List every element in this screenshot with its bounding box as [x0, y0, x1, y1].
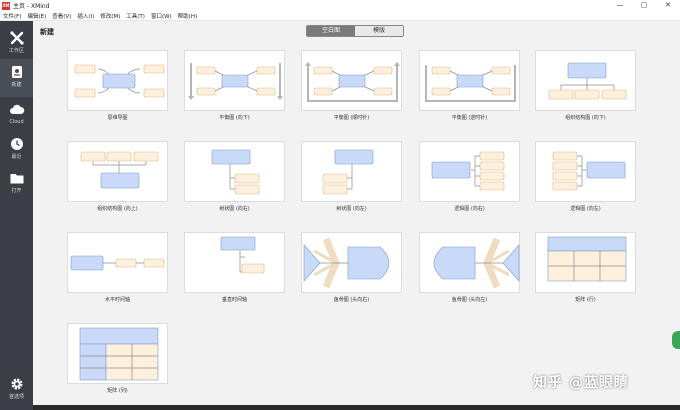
template-label: 逻辑图 (向右)	[454, 206, 485, 212]
template-preview	[188, 63, 283, 100]
template-label: 平衡图 (逆时针)	[451, 115, 488, 121]
template-preview	[303, 237, 390, 289]
template-label: 矩阵 (行)	[575, 297, 596, 303]
template-card[interactable]	[67, 141, 168, 202]
watermark: 知乎 @蓝眼睛	[533, 375, 629, 391]
new-doc-icon	[11, 66, 22, 78]
template-preview	[74, 64, 165, 98]
sidebar-item-open[interactable]: 打开	[0, 165, 33, 203]
template-label: 树状图 (向左)	[336, 206, 367, 212]
menu-insert[interactable]: 插入(I)	[77, 12, 94, 20]
template-label: 平衡图 (向下)	[219, 115, 250, 121]
template-preview	[433, 237, 520, 289]
menu-modify[interactable]: 修改(M)	[100, 12, 120, 20]
template-label: 矩阵 (列)	[107, 388, 128, 394]
title-bar: XM 主页 - XMind — ▢ ✕	[0, 0, 680, 11]
sidebar-item-recent[interactable]: 最近	[0, 131, 33, 169]
template-label: 鱼骨图 (头向左)	[451, 297, 488, 303]
sidebar-item-label: 新建	[11, 82, 22, 88]
template-preview	[431, 151, 505, 191]
menu-bar: 文件(F) 编辑(E) 查看(V) 插入(I) 修改(M) 工具(T) 窗口(W…	[0, 11, 680, 21]
template-preview	[305, 62, 400, 102]
template-card[interactable]	[535, 232, 636, 293]
template-card[interactable]	[67, 50, 168, 111]
maximize-button[interactable]: ▢	[632, 0, 656, 11]
template-preview	[70, 255, 165, 271]
folder-icon	[10, 174, 23, 184]
template-card[interactable]	[67, 232, 168, 293]
window-controls: — ▢ ✕	[608, 0, 680, 11]
menu-window[interactable]: 窗口(W)	[151, 12, 172, 20]
sidebar-item-label: 最近	[11, 154, 22, 160]
clock-icon	[10, 138, 23, 150]
tab-blank[interactable]: 空白图	[307, 26, 355, 36]
page-title: 新建	[40, 28, 54, 36]
template-preview	[552, 151, 626, 191]
template-label: 平衡图 (顺时针)	[333, 115, 370, 121]
template-preview	[80, 151, 159, 189]
template-card[interactable]	[184, 232, 285, 293]
template-preview	[211, 149, 260, 195]
template-card[interactable]	[535, 50, 636, 111]
menu-view[interactable]: 查看(V)	[52, 12, 71, 20]
template-preview	[548, 62, 627, 100]
template-preview	[425, 65, 516, 102]
template-card[interactable]	[301, 50, 402, 111]
sidebar-item-preferences[interactable]: 首选项	[0, 370, 33, 410]
sidebar-item-new[interactable]: 新建	[0, 59, 33, 97]
template-preview	[322, 149, 374, 195]
template-label: 树状图 (向右)	[219, 206, 250, 212]
menu-tools[interactable]: 工具(T)	[126, 12, 145, 20]
menu-edit[interactable]: 编辑(E)	[27, 12, 46, 20]
template-card[interactable]	[419, 50, 520, 111]
sidebar-item-cloud[interactable]: Cloud	[0, 97, 33, 135]
template-card[interactable]	[301, 141, 402, 202]
cloud-icon	[9, 104, 24, 114]
side-tab-handle[interactable]	[672, 331, 680, 349]
header: 新建 空白图 模版	[33, 21, 680, 41]
template-label: 思维导图	[107, 115, 128, 121]
template-label: 垂直时间轴	[221, 297, 247, 303]
template-label: 组织结构图 (向上)	[97, 206, 138, 212]
sidebar-item-workspace[interactable]: 工作区	[0, 25, 33, 63]
template-card[interactable]	[301, 232, 402, 293]
window-title: 主页 - XMind	[13, 3, 50, 10]
template-label: 鱼骨图 (头向右)	[333, 297, 370, 303]
close-button[interactable]: ✕	[656, 0, 680, 11]
cross-icon	[9, 31, 24, 45]
template-label: 逻辑图 (向左)	[570, 206, 601, 212]
template-preview	[547, 236, 627, 282]
sidebar-item-label: 首选项	[8, 394, 24, 400]
sidebar-item-label: 工作区	[8, 48, 24, 54]
template-label: 组织结构图 (向下)	[565, 115, 606, 121]
minimize-button[interactable]: —	[608, 0, 632, 11]
taskbar	[33, 405, 680, 410]
template-label: 水平时间轴	[104, 297, 130, 303]
template-card[interactable]	[184, 50, 285, 111]
tab-templates[interactable]: 模版	[355, 26, 403, 36]
sidebar: 工作区 新建 Cloud 最近 打开 首选项	[0, 21, 33, 410]
sidebar-item-label: Cloud	[9, 119, 24, 125]
template-card[interactable]	[419, 141, 520, 202]
template-card[interactable]	[535, 141, 636, 202]
template-card[interactable]	[184, 141, 285, 202]
sidebar-item-label: 打开	[11, 188, 22, 194]
menu-file[interactable]: 文件(F)	[3, 12, 21, 20]
gear-icon	[11, 378, 22, 390]
template-preview	[79, 327, 159, 381]
main-panel: 新建 空白图 模版 思维导图 平衡图 (向下) 平衡图 (顺时针) 平衡图 (逆时针)…	[33, 21, 680, 410]
template-card[interactable]	[419, 232, 520, 293]
template-card[interactable]	[67, 323, 168, 384]
template-preview	[220, 236, 265, 274]
template-tabs: 空白图 模版	[306, 25, 404, 37]
xmind-logo-icon: XM	[2, 1, 10, 10]
menu-help[interactable]: 帮助(H)	[178, 12, 197, 20]
